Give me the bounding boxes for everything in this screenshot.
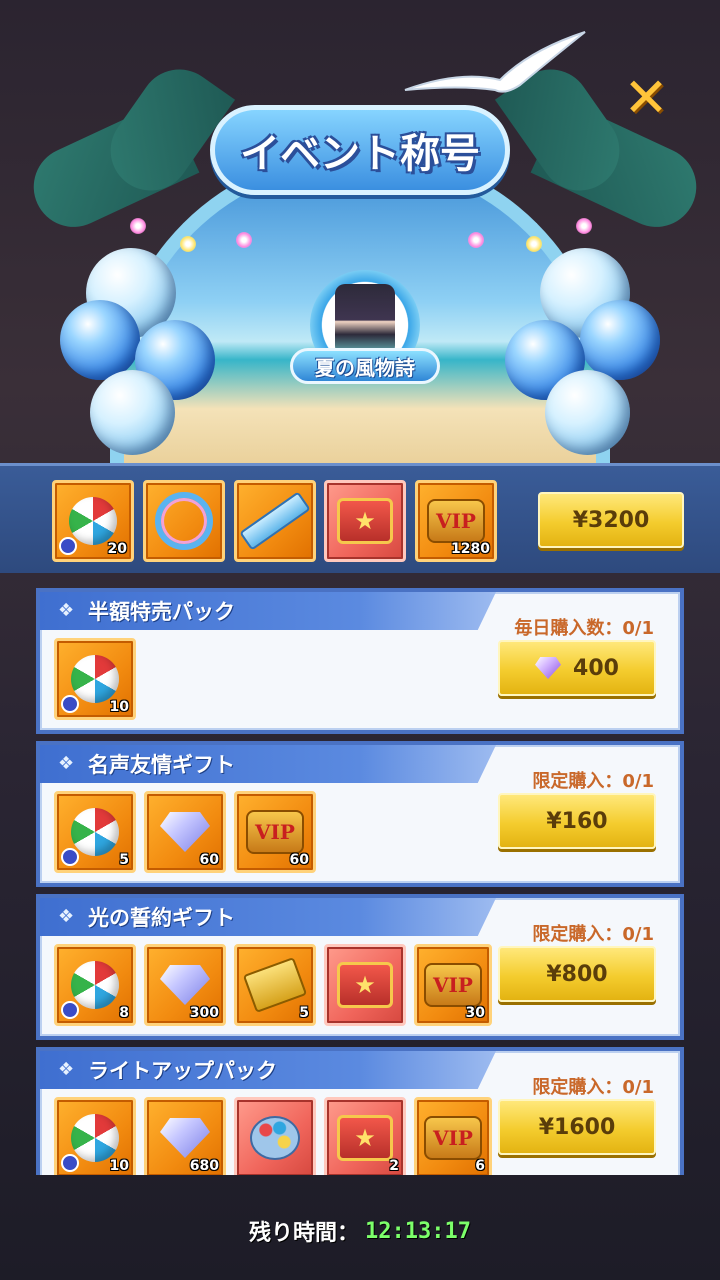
purchase-limit: 限定購入：0/1 (532, 924, 654, 945)
diamond-bullet-icon: ❖ (58, 600, 75, 621)
buy-main-pack-button[interactable]: ¥3200 (538, 492, 684, 548)
page-title: イベント称号 (240, 131, 480, 177)
remaining-time-label: 残り時間： (249, 1221, 360, 1246)
clock-icon (61, 1001, 79, 1019)
reward-item[interactable]: 8 (54, 944, 136, 1026)
item-quantity: 680 (189, 1158, 219, 1174)
light-bulb (236, 232, 252, 248)
pack-list[interactable]: ❖ 半額特売パック 毎日購入数：0/1 10 400 ❖ 名声友情ギフト 限定購… (36, 588, 684, 1175)
diamond-bullet-icon: ❖ (58, 1059, 75, 1080)
title-frame-ring-icon (146, 483, 222, 559)
clock-icon (61, 695, 79, 713)
reward-item[interactable]: VIP 30 (414, 944, 492, 1026)
reward-item[interactable]: 20 (52, 480, 134, 562)
pack-name: ライトアップパック (88, 1059, 277, 1083)
reward-item[interactable]: VIP 6 (414, 1097, 492, 1175)
gem-icon (535, 657, 562, 679)
item-quantity: 5 (299, 1005, 309, 1021)
price-label: 400 (573, 655, 619, 681)
pack-header: ❖ ライトアップパック (40, 1051, 496, 1089)
pack-header: ❖ 名声友情ギフト (40, 745, 496, 783)
purchase-limit: 限定購入：0/1 (532, 771, 654, 792)
light-bulb (526, 236, 542, 252)
seagull-icon (404, 31, 586, 93)
pack-card: ❖ 光の誓約ギフト 限定購入：0/1 8 300 5 ★ VIP 30 ¥800 (36, 894, 684, 1040)
reward-item[interactable] (234, 1097, 316, 1175)
event-banner: イベント称号 ✕ 夏の風物詩 (0, 0, 720, 470)
reward-item[interactable]: 10 (54, 638, 136, 720)
buy-pack-button[interactable]: 400 (498, 640, 656, 696)
reward-item[interactable]: 300 (144, 944, 226, 1026)
reward-item[interactable]: ★ 2 (324, 1097, 406, 1175)
close-button[interactable]: ✕ (618, 70, 674, 126)
pack-name: 名声友情ギフト (88, 753, 235, 777)
price-label: ¥160 (546, 808, 608, 834)
pack-header: ❖ 光の誓約ギフト (40, 898, 496, 936)
price-label: ¥800 (546, 961, 608, 987)
diamond-bullet-icon: ❖ (58, 906, 75, 927)
buy-pack-button[interactable]: ¥160 (498, 793, 656, 849)
treasure-chest-icon: ★ (327, 947, 403, 1023)
close-icon: ✕ (623, 66, 669, 129)
light-bulb (130, 218, 146, 234)
pack-card: ❖ ライトアップパック 限定購入：0/1 10 680 ★ 2 VIP 6 ¥1… (36, 1047, 684, 1175)
reward-item[interactable]: 680 (144, 1097, 226, 1175)
balloon (580, 300, 660, 380)
reward-item[interactable]: 10 (54, 1097, 136, 1175)
item-quantity: 20 (107, 541, 127, 557)
reward-item[interactable] (234, 480, 316, 562)
character-portrait (335, 284, 395, 356)
reward-item[interactable]: ★ (324, 480, 406, 562)
purchase-limit: 毎日購入数：0/1 (514, 618, 654, 639)
paint-palette-icon (237, 1100, 313, 1175)
light-bulb (576, 218, 592, 234)
title-plate-icon (237, 483, 313, 559)
pack-card: ❖ 半額特売パック 毎日購入数：0/1 10 400 (36, 588, 684, 734)
pack-name: 半額特売パック (88, 600, 235, 624)
badge-label: 夏の風物詩 (290, 348, 440, 384)
price-label: ¥1600 (538, 1114, 616, 1140)
item-quantity: 60 (199, 852, 219, 868)
reward-item[interactable]: ★ (324, 944, 406, 1026)
balloon (60, 300, 140, 380)
item-quantity: 8 (119, 1005, 129, 1021)
remaining-time-value: 12:13:17 (365, 1218, 471, 1244)
buy-pack-button[interactable]: ¥1600 (498, 1099, 656, 1155)
reward-item[interactable] (143, 480, 225, 562)
pack-card: ❖ 名声友情ギフト 限定購入：0/1 5 60 VIP 60 ¥160 (36, 741, 684, 887)
treasure-chest-icon: ★ (327, 483, 403, 559)
item-quantity: 5 (119, 852, 129, 868)
reward-item[interactable]: VIP 60 (234, 791, 316, 873)
pack-name: 光の誓約ギフト (88, 906, 235, 930)
balloon (90, 370, 175, 455)
item-quantity: 2 (389, 1158, 399, 1174)
item-quantity: 10 (109, 699, 129, 715)
reward-item[interactable]: 5 (54, 791, 136, 873)
clock-icon (59, 537, 77, 555)
item-quantity: 6 (475, 1158, 485, 1174)
remaining-time: 残り時間： 12:13:17 (0, 1206, 720, 1256)
pack-header: ❖ 半額特売パック (40, 592, 496, 630)
buy-pack-button[interactable]: ¥800 (498, 946, 656, 1002)
main-pack-bar: 20 ★ VIP 1280 ¥3200 (0, 463, 720, 573)
item-quantity: 30 (465, 1005, 485, 1021)
balloon (545, 370, 630, 455)
item-quantity: 10 (109, 1158, 129, 1174)
reward-item[interactable]: 5 (234, 944, 316, 1026)
title-plate: イベント称号 (210, 105, 510, 195)
clock-icon (61, 848, 79, 866)
light-bulb (468, 232, 484, 248)
reward-item[interactable]: 60 (144, 791, 226, 873)
clock-icon (61, 1154, 79, 1172)
item-quantity: 60 (289, 852, 309, 868)
title-badge: 夏の風物詩 (290, 270, 440, 400)
item-quantity: 1280 (451, 541, 490, 557)
purchase-limit: 限定購入：0/1 (532, 1077, 654, 1098)
light-bulb (180, 236, 196, 252)
diamond-bullet-icon: ❖ (58, 753, 75, 774)
item-quantity: 300 (189, 1005, 219, 1021)
price-label: ¥3200 (572, 507, 650, 533)
reward-item[interactable]: VIP 1280 (415, 480, 497, 562)
